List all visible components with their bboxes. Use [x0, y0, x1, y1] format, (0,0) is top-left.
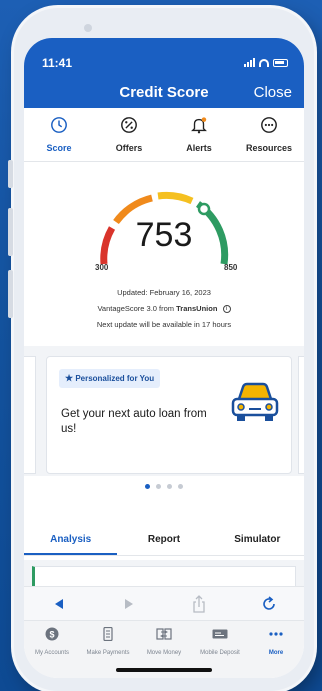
- score-model: VantageScore 3.0 from TransUnion i: [24, 304, 304, 314]
- carousel-dot[interactable]: [167, 484, 172, 489]
- promo-text: Get your next auto loan from us!: [61, 408, 207, 435]
- bell-icon: [191, 117, 207, 134]
- next-update-note: Next update will be available in 17 hour…: [96, 320, 232, 329]
- tab-offers-label: Offers: [115, 143, 143, 153]
- next-card-edge[interactable]: [298, 356, 304, 474]
- tab-report[interactable]: Report: [117, 526, 210, 555]
- close-button[interactable]: Close: [254, 84, 292, 101]
- share-icon: [193, 594, 205, 613]
- nav-more-label: More: [268, 650, 284, 656]
- app-screen: 11:41 Credit Score Close Score Offers Al…: [24, 38, 304, 678]
- percent-icon: [121, 117, 137, 133]
- credit-nav: Score Offers Alerts Resources: [24, 108, 304, 162]
- score-model-prefix: VantageScore 3.0 from: [97, 304, 177, 313]
- home-indicator[interactable]: [116, 668, 212, 672]
- carousel-dot[interactable]: [145, 484, 150, 489]
- status-icons: [244, 58, 288, 67]
- check-deposit-icon: [212, 629, 228, 639]
- phone-frame: 11:41 Credit Score Close Score Offers Al…: [14, 8, 314, 691]
- updated-date: Updated: February 16, 2023: [117, 288, 211, 297]
- tab-resources[interactable]: Resources: [234, 108, 304, 161]
- score-icon: [51, 117, 67, 133]
- signal-icon: [244, 58, 255, 67]
- nav-make-payments-label: Make Payments: [86, 650, 130, 656]
- volume-down-button: [8, 270, 13, 318]
- reload-button[interactable]: [259, 594, 279, 614]
- nav-mobile-deposit-label: Mobile Deposit: [200, 650, 240, 656]
- carousel-dot[interactable]: [156, 484, 161, 489]
- info-icon[interactable]: i: [222, 305, 231, 314]
- gauge-min-label: 300: [95, 263, 109, 272]
- more-dots-icon: [269, 632, 283, 636]
- promo-card[interactable]: ★ Personalized for You Get your next aut…: [46, 356, 292, 474]
- tab-resources-label: Resources: [245, 143, 293, 153]
- document-icon: [103, 626, 113, 642]
- tab-score-label: Score: [46, 143, 72, 153]
- nav-my-accounts-label: My Accounts: [34, 650, 69, 656]
- gauge-max-label: 850: [224, 263, 238, 272]
- tab-score[interactable]: Score: [24, 108, 94, 161]
- ellipsis-circle-icon: [261, 117, 277, 133]
- carousel-dot[interactable]: [178, 484, 183, 489]
- star-icon: ★: [65, 373, 74, 383]
- wifi-icon: [259, 58, 269, 67]
- personalized-badge: ★ Personalized for You: [59, 369, 161, 388]
- browser-toolbar: [24, 586, 304, 620]
- carousel-dots: [24, 484, 304, 489]
- tab-simulator[interactable]: Simulator: [211, 526, 304, 555]
- dollar-circle-icon: $: [45, 627, 59, 641]
- nav-more[interactable]: More: [248, 621, 304, 678]
- transfer-icon: [156, 628, 172, 640]
- report-tabs: Analysis Report Simulator: [24, 526, 304, 556]
- tab-alerts[interactable]: Alerts: [164, 108, 234, 161]
- score-model-source: TransUnion: [176, 304, 218, 313]
- back-button[interactable]: [49, 594, 69, 614]
- side-button: [8, 160, 13, 188]
- personalized-badge-label: Personalized for You: [75, 374, 155, 383]
- app-header: 11:41 Credit Score Close: [24, 38, 304, 108]
- forward-button[interactable]: [119, 594, 139, 614]
- promo-carousel[interactable]: ★ Personalized for You Get your next aut…: [24, 346, 304, 476]
- gauge-marker: [197, 202, 211, 216]
- status-time: 11:41: [42, 56, 73, 70]
- tab-alerts-label: Alerts: [186, 143, 212, 153]
- camera-dot: [84, 24, 92, 32]
- reload-icon: [263, 595, 275, 610]
- svg-text:$: $: [49, 630, 54, 640]
- volume-up-button: [8, 208, 13, 256]
- share-button[interactable]: [189, 594, 209, 614]
- battery-icon: [273, 58, 288, 67]
- car-icon: [231, 382, 279, 421]
- credit-score-value: 753: [135, 216, 193, 254]
- nav-my-accounts[interactable]: $ My Accounts: [24, 621, 80, 678]
- forward-arrow-icon: [125, 598, 133, 609]
- back-arrow-icon: [55, 598, 63, 609]
- tab-analysis[interactable]: Analysis: [24, 526, 118, 555]
- tab-offers[interactable]: Offers: [94, 108, 164, 161]
- nav-move-money-label: Move Money: [146, 650, 182, 656]
- prev-card-edge[interactable]: [24, 356, 36, 474]
